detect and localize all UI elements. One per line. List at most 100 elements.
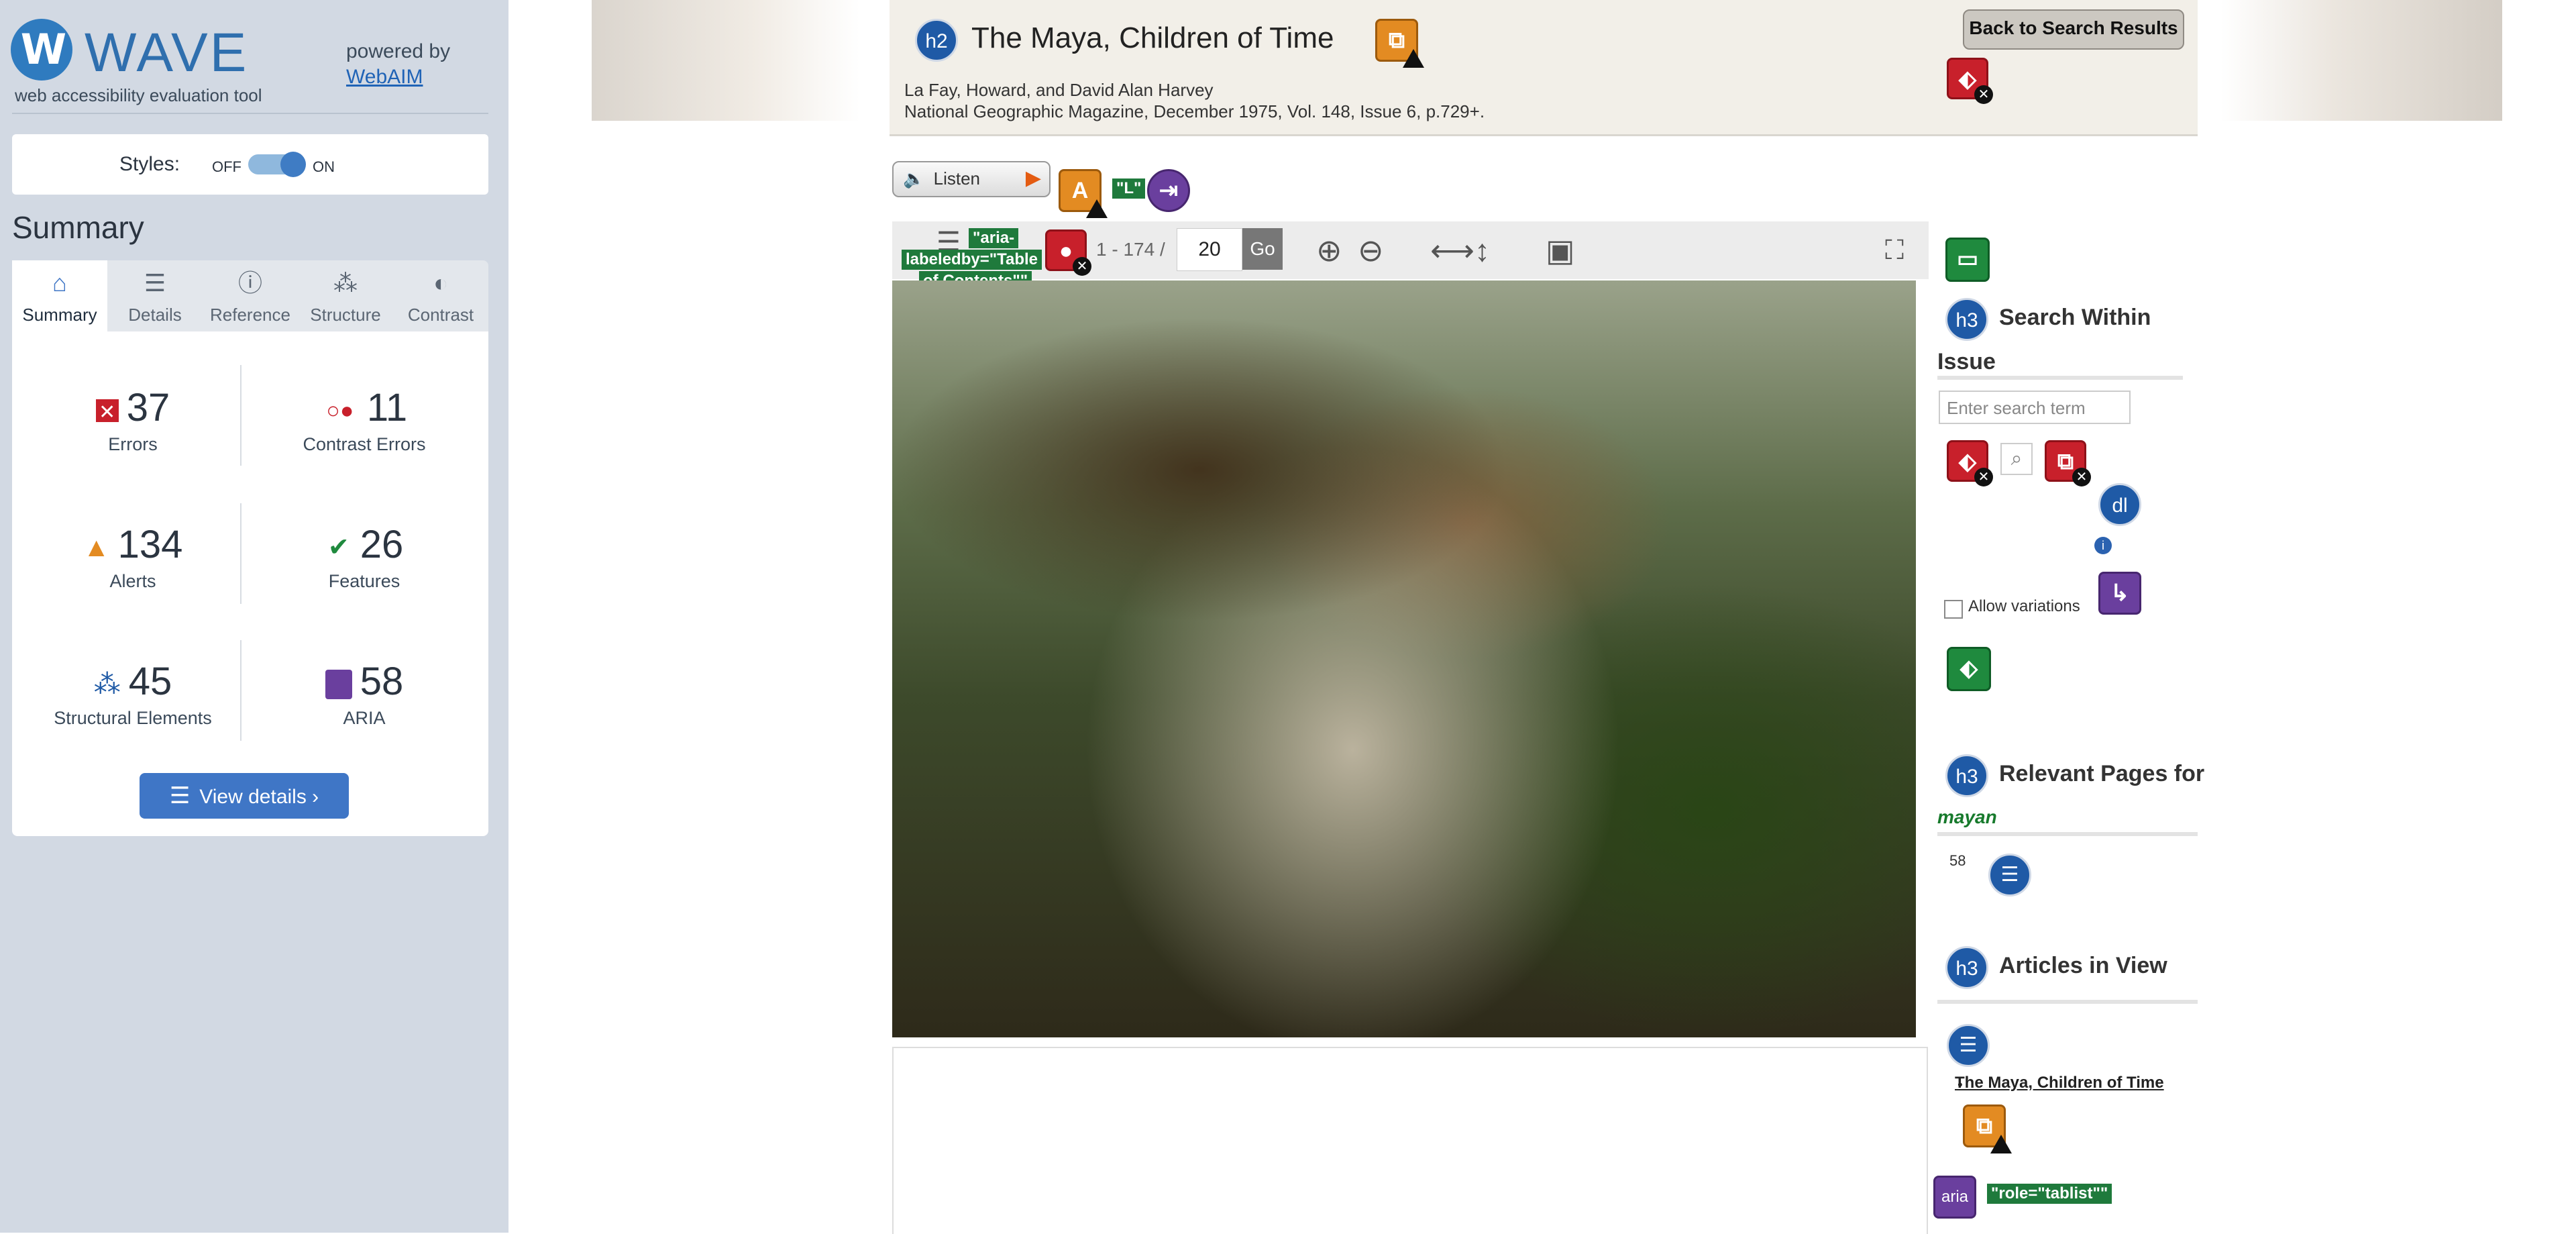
features-label: Features [328,571,400,591]
byline: La Fay, Howard, and David Alan Harvey Na… [904,79,1485,122]
region-glyph: ▭ [1956,246,1979,272]
errors-label: Errors [108,434,158,454]
aria-describedby-icon: ↳ [2098,572,2141,615]
tab-label: Reference [210,305,290,325]
search-within-heading: Search Within [1999,305,2151,330]
list-icon: ☰ [1947,1024,1990,1067]
h3-badge: h3 [1945,298,1988,341]
tab-summary[interactable]: ⌂ Summary [12,260,107,331]
tab-contrast[interactable]: ◐ Contrast [393,260,488,331]
contrast-errors-count: 11 [366,386,408,429]
h2-badge: h2 [915,19,958,62]
aria-tabindex-icon: ⇥ [1147,169,1190,212]
stat-errors[interactable]: ✕ 37 Errors [25,385,240,455]
banner-image-left [592,0,860,121]
speaker-icon: 🔈 [903,168,925,189]
contrast-icon: ◐ [433,269,448,297]
error-icon: ✕ [95,399,119,423]
allow-variations-checkbox[interactable] [1944,600,1963,619]
listen-button[interactable]: 🔈 Listen ▶ [892,161,1051,197]
divider [1937,376,2183,380]
error-x-mark: ✕ [1974,468,1993,486]
home-icon: ⌂ [52,269,67,297]
search-within-input[interactable]: Enter search term [1939,391,2131,424]
aria-badge: aria [1933,1176,1976,1219]
fit-width-icon[interactable]: ⟷ [1430,221,1474,279]
powered-by-label: powered by [346,40,451,62]
articles-in-view-heading: Articles in View [1999,953,2167,978]
divider [240,365,241,466]
zoom-in-icon[interactable]: ⊕ [1316,221,1342,279]
features-count: 26 [360,523,404,566]
warning-mark [1403,49,1424,68]
go-button[interactable]: Go [1242,228,1283,270]
styles-on-label: ON [313,158,335,175]
contrast-error-icon: ○● [326,397,354,423]
error-x-mark: ✕ [1073,257,1091,276]
fullscreen-icon[interactable]: ⛶ [1885,221,1904,279]
info-icon: ⓘ [237,269,262,297]
alerts-label: Alerts [109,571,156,591]
tab-details[interactable]: ☰ Details [107,260,203,331]
aria-label-line-1: "aria- [969,228,1019,248]
tag-error-icon: ⬖ ✕ [1947,440,1993,486]
list-icon: ☰ [144,269,166,297]
dl-badge: dl [2098,483,2141,526]
wave-sidebar: W WAVE web accessibility evaluation tool… [0,0,508,1233]
divider [1937,1000,2198,1004]
stat-alerts[interactable]: ▲ 134 Alerts [25,522,240,592]
back-to-search-results-button[interactable]: Back to Search Results [1963,9,2184,50]
byline-source: National Geographic Magazine, December 1… [904,101,1485,121]
styles-toggle[interactable] [248,152,306,177]
link-alert-icon: ⧉ [1963,1104,2012,1153]
view-details-label: View details › [199,786,319,808]
zoom-out-icon[interactable]: ⊖ [1358,221,1384,279]
tag-glyph: ⬖ [1960,656,1978,681]
summary-panel: ✕ 37 Errors ○● 11 Contrast Errors ▲ 134 Ale… [12,331,488,836]
stat-structural-elements[interactable]: ⁂ 45 Structural Elements [25,659,240,729]
aria-glyph: ⇥ [1159,178,1179,203]
stat-aria[interactable]: 58 ARIA [257,659,472,729]
tab-label: Structure [310,305,381,325]
tag-feature-icon: ⬖ [1947,647,1991,691]
image-icon[interactable]: ▣ [1546,221,1574,279]
fit-height-icon[interactable]: ↕ [1474,221,1490,279]
arrow-glyph: ↳ [2110,580,2130,606]
article-link[interactable]: The Maya, Children of Time [1955,1074,2164,1092]
styles-toggle-box: Styles: OFF ON [12,134,488,195]
aria-count: 58 [360,660,404,703]
allow-variations-label: Allow variations [1968,597,2080,615]
tab-label: Details [128,305,182,325]
feature-icon: ✔ [327,533,350,562]
page-number-input[interactable]: 20 [1177,228,1242,271]
relevant-pages-heading: Relevant Pages for [1999,761,2205,786]
issue-heading: Issue [1937,349,1996,374]
divider [12,113,488,114]
toggle-knob [280,152,306,177]
view-details-button[interactable]: ☰ View details › [140,773,349,819]
error-x-mark: ✕ [1974,85,1993,104]
h3-badge: h3 [1945,946,1988,989]
relevant-pages-count: 58 [1949,852,1966,869]
listen-label: Listen [933,168,980,189]
search-icon[interactable]: ⌕ [2000,443,2033,475]
aria-icon [325,669,352,699]
page-range: 1 - 174 / [1096,239,1165,260]
tab-reference[interactable]: ⓘ Reference [203,260,298,331]
next-page-area [892,1047,1928,1234]
stat-features[interactable]: ✔ 26 Features [257,522,472,592]
page-title: The Maya, Children of Time [971,21,1334,54]
tab-structure[interactable]: ⁂ Structure [298,260,393,331]
structure-icon: ⁂ [93,669,121,699]
divider [240,640,241,741]
styles-off-label: OFF [212,158,241,175]
role-tablist-badge: "role="tablist"" [1987,1184,2112,1204]
tag-error-icon: ⬖ ✕ [1947,58,1993,104]
link-alert-icon: ⧉ [1375,19,1424,68]
warning-mark [1990,1135,2012,1153]
tab-label: Contrast [407,305,474,325]
divider [1937,832,2198,836]
webaim-link[interactable]: WebAIM [346,66,423,89]
stat-contrast-errors[interactable]: ○● 11 Contrast Errors [257,385,472,455]
wave-logo-icon: W [11,19,72,81]
